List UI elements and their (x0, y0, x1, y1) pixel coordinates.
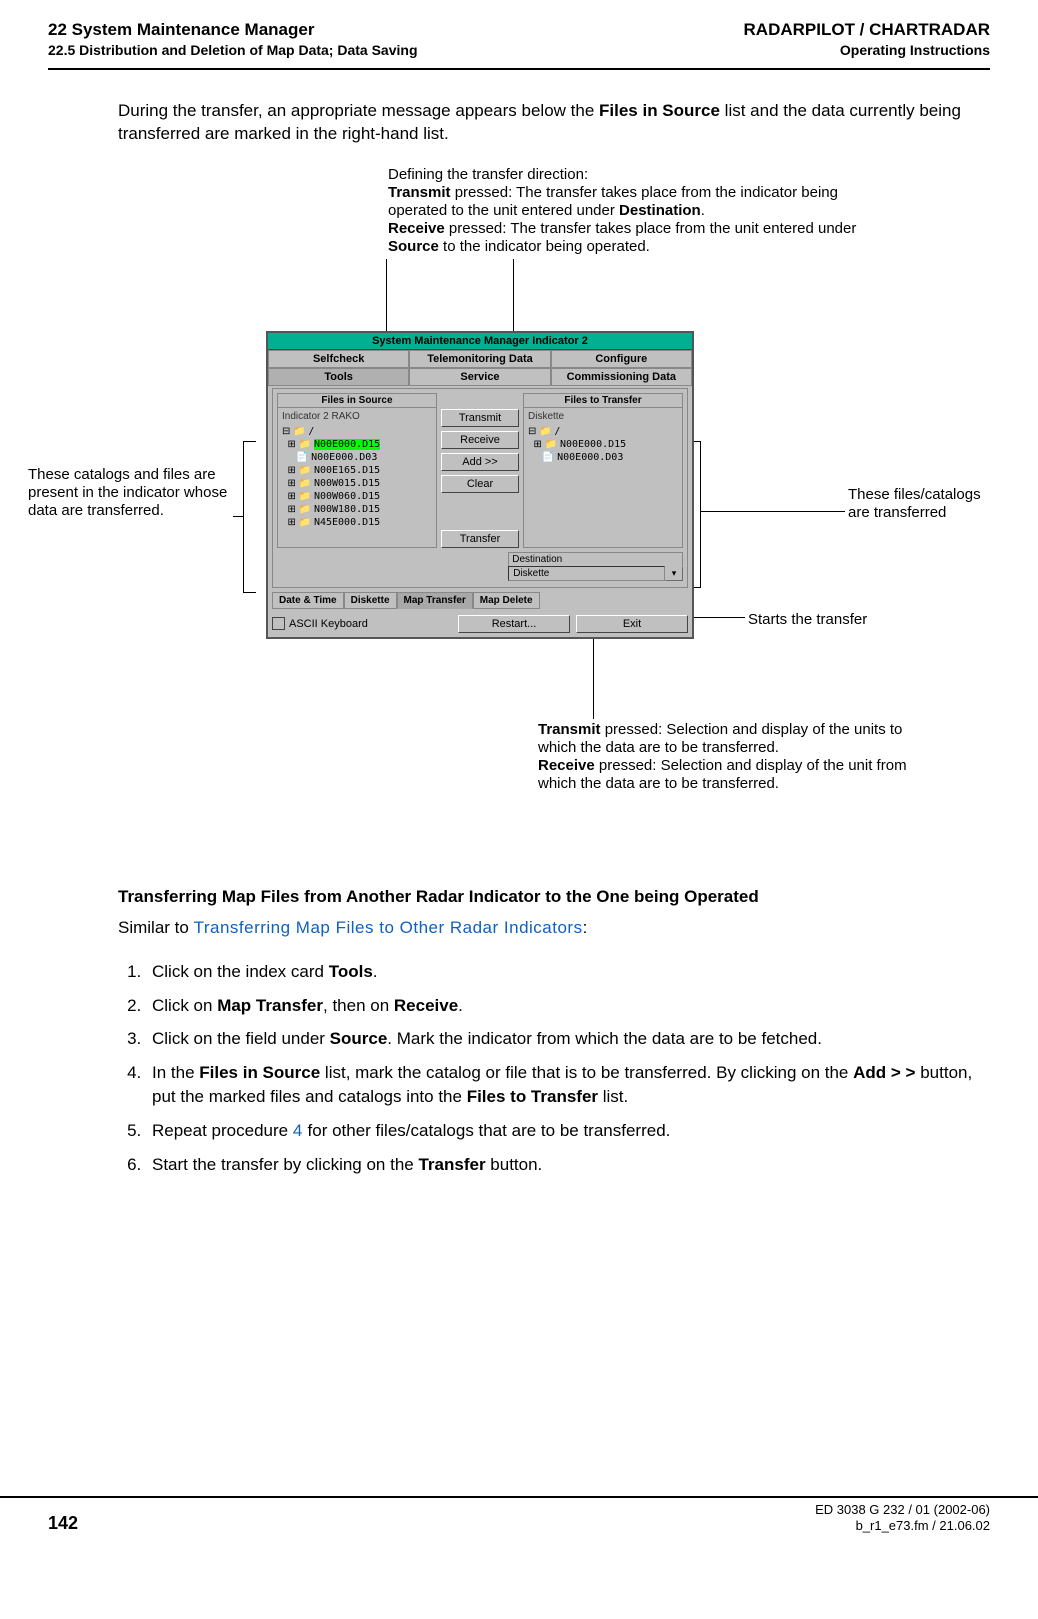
callout-line (233, 516, 243, 517)
bracket (243, 441, 256, 593)
receive-button[interactable]: Receive (441, 431, 519, 449)
header-right-title: RADARPILOT / CHARTRADAR (744, 20, 990, 40)
page-number: 142 (48, 1513, 78, 1534)
subtab-date-time[interactable]: Date & Time (272, 592, 344, 609)
list-item: Click on the field under Source. Mark th… (146, 1027, 990, 1051)
indicator-field[interactable]: Indicator 2 RAKO (280, 410, 434, 423)
gui-window: System Maintenance Manager Indicator 2 S… (266, 331, 694, 639)
list-item: Click on Map Transfer, then on Receive. (146, 994, 990, 1018)
clear-button[interactable]: Clear (441, 475, 519, 493)
list-item: Click on the index card Tools. (146, 960, 990, 984)
list-item: In the Files in Source list, mark the ca… (146, 1061, 990, 1109)
exit-button[interactable]: Exit (576, 615, 688, 633)
checkbox-icon[interactable] (272, 617, 285, 630)
section-heading: Transferring Map Files from Another Rada… (118, 886, 990, 909)
callout-bottom: Transmit pressed: Selection and display … (538, 721, 938, 793)
list-item[interactable]: N00E000.D15 (528, 438, 678, 451)
subtab-map-transfer[interactable]: Map Transfer (397, 592, 473, 609)
header-right-sub: Operating Instructions (840, 42, 990, 58)
list-item[interactable]: N00W060.D15 (282, 490, 432, 503)
header-left-title: 22 System Maintenance Manager (48, 20, 314, 40)
header-left-sub: 22.5 Distribution and Deletion of Map Da… (48, 42, 418, 58)
list-item[interactable]: N00E165.D15 (282, 464, 432, 477)
list-item[interactable]: / (528, 425, 678, 438)
restart-button[interactable]: Restart... (458, 615, 570, 633)
cross-ref-link[interactable]: 4 (293, 1121, 303, 1140)
diskette-field[interactable]: Diskette (526, 410, 680, 423)
intro-paragraph: During the transfer, an appropriate mess… (118, 100, 990, 146)
list-item[interactable]: N00W015.D15 (282, 477, 432, 490)
ascii-keyboard-toggle[interactable]: ASCII Keyboard (272, 615, 452, 633)
subtab-diskette[interactable]: Diskette (344, 592, 397, 609)
tab-configure[interactable]: Configure (551, 350, 692, 368)
tab-commissioning[interactable]: Commissioning Data (551, 368, 692, 386)
similar-to-line: Similar to Transferring Map Files to Oth… (118, 917, 990, 940)
destination-dropdown-icon[interactable]: ▾ (665, 566, 683, 581)
files-to-transfer-list[interactable]: / N00E000.D15 N00E000.D03 (526, 423, 680, 545)
list-item: Start the transfer by clicking on the Tr… (146, 1153, 990, 1177)
list-item[interactable]: N00E000.D03 (282, 451, 432, 464)
steps-list: Click on the index card Tools. Click on … (118, 960, 990, 1177)
callout-left: These catalogs and files are present in … (28, 466, 228, 520)
list-item: Repeat procedure 4 for other files/catal… (146, 1119, 990, 1143)
add-button[interactable]: Add >> (441, 453, 519, 471)
tab-service[interactable]: Service (409, 368, 550, 386)
callout-top: Defining the transfer direction: Transmi… (388, 166, 858, 256)
window-title: System Maintenance Manager Indicator 2 (268, 333, 692, 350)
list-item[interactable]: N00W180.D15 (282, 503, 432, 516)
callout-line (700, 511, 845, 512)
transfer-button[interactable]: Transfer (441, 530, 519, 548)
files-to-transfer-title: Files to Transfer (524, 394, 682, 408)
subtab-map-delete[interactable]: Map Delete (473, 592, 540, 609)
callout-right: These files/catalogs are transferred (848, 486, 988, 522)
tab-selfcheck[interactable]: Selfcheck (268, 350, 409, 368)
doc-id: ED 3038 G 232 / 01 (2002-06) (815, 1502, 990, 1518)
list-item[interactable]: / (282, 425, 432, 438)
list-item[interactable]: N45E000.D15 (282, 516, 432, 529)
tab-telemonitoring[interactable]: Telemonitoring Data (409, 350, 550, 368)
destination-label: Destination (508, 552, 683, 566)
file-id: b_r1_e73.fm / 21.06.02 (815, 1518, 990, 1534)
callout-starts-transfer: Starts the transfer (748, 611, 867, 628)
header-rule (48, 68, 990, 70)
cross-ref-link[interactable]: Transferring Map Files to Other Radar In… (194, 918, 583, 937)
callout-line (593, 629, 594, 719)
list-item[interactable]: N00E000.D15 (282, 438, 432, 451)
files-in-source-list[interactable]: / N00E000.D15 N00E000.D03 N00E165.D15 N0… (280, 423, 434, 545)
list-item[interactable]: N00E000.D03 (528, 451, 678, 464)
files-in-source-title: Files in Source (278, 394, 436, 408)
destination-field[interactable]: Diskette (508, 566, 665, 581)
tab-tools[interactable]: Tools (268, 368, 409, 386)
transmit-button[interactable]: Transmit (441, 409, 519, 427)
